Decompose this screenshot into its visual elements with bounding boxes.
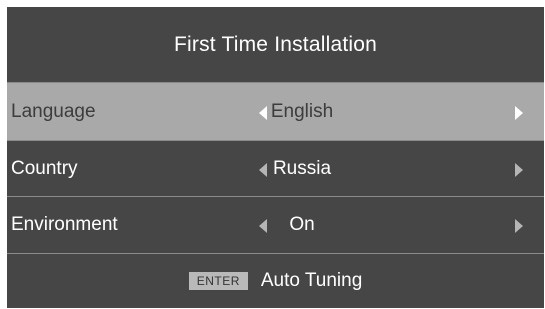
dialog-title: First Time Installation	[174, 32, 377, 56]
first-time-installation-dialog: First Time Installation Language English…	[7, 7, 544, 308]
setting-row-environment[interactable]: Environment On	[7, 197, 544, 253]
setting-label-environment: Environment	[11, 214, 118, 235]
right-arrow-icon[interactable]	[515, 105, 523, 120]
setting-value-environment: On	[289, 214, 315, 235]
auto-tuning-label[interactable]: Auto Tuning	[261, 270, 362, 292]
right-arrow-icon[interactable]	[515, 219, 523, 233]
setting-value-language: English	[270, 100, 334, 122]
setting-row-country[interactable]: Country Russia	[7, 141, 544, 197]
setting-label-country: Country	[11, 158, 78, 179]
right-arrow-icon[interactable]	[515, 163, 523, 177]
setting-row-language[interactable]: Language English	[7, 83, 544, 140]
footer-hint: ENTER Auto Tuning	[7, 254, 544, 308]
setting-label-language: Language	[11, 100, 96, 122]
enter-key-badge: ENTER	[188, 272, 248, 290]
setting-value-country: Russia	[272, 158, 332, 179]
